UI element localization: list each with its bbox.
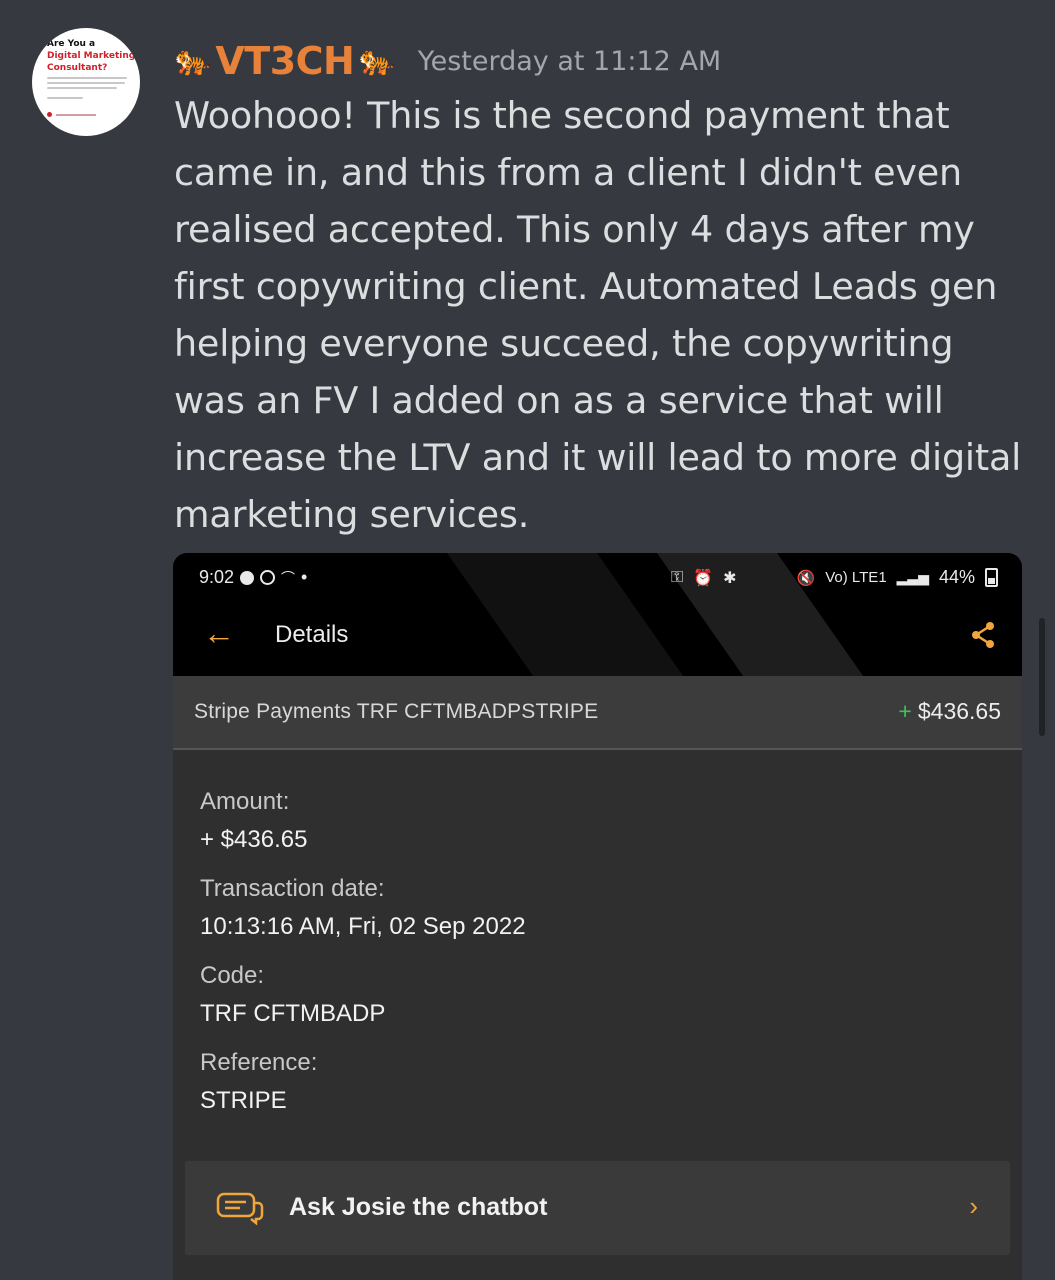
reference-label: Reference: (200, 1049, 318, 1076)
avatar-link-line (56, 113, 96, 116)
avatar-title: Digital Marketing Consultant? (47, 51, 136, 73)
code-value: TRF CFTMBADP (200, 1000, 386, 1027)
amount-label: Amount: (200, 788, 290, 815)
phone-top-bar: 9:02 ⌒ • ⚿ ⏰ ✱ 🔇 Vo) LTE1 ▂▃▅ 44% ← Deta… (173, 553, 1022, 676)
image-attachment[interactable]: 9:02 ⌒ • ⚿ ⏰ ✱ 🔇 Vo) LTE1 ▂▃▅ 44% ← Deta… (173, 553, 1022, 1280)
amount-value: + $436.65 (200, 826, 308, 853)
transaction-date-label: Transaction date: (200, 875, 385, 902)
wave-icon: ⌒ (281, 569, 296, 586)
reference-value: STRIPE (200, 1087, 287, 1114)
status-time: 9:02 (199, 567, 235, 587)
tiger-emoji-icon: 🐅 (358, 44, 396, 77)
chatbot-button[interactable]: Ask Josie the chatbot › (185, 1161, 1010, 1255)
transaction-row: Stripe Payments TRF CFTMBADPSTRIPE + $436… (173, 676, 1022, 750)
plus-sign: + (898, 698, 912, 724)
scrollbar[interactable] (1039, 618, 1045, 736)
avatar-link-row (47, 104, 140, 123)
chevron-right-icon: › (969, 1191, 978, 1221)
dot-icon: • (301, 567, 308, 587)
sync-icon (260, 570, 276, 585)
chat-bubble-icon (216, 1191, 264, 1230)
battery-icon (985, 568, 998, 587)
bluetooth-icon: ✱ (723, 569, 737, 587)
alarm-icon: ⏰ (693, 569, 714, 587)
mute-icon: 🔇 (796, 569, 816, 587)
code-label: Code: (200, 962, 265, 989)
status-bar-right: ⚿ ⏰ ✱ 🔇 Vo) LTE1 ▂▃▅ 44% (671, 567, 998, 588)
avatar-text-line (47, 87, 117, 89)
transaction-amount: + $436.65 (898, 698, 1001, 725)
share-icon[interactable] (970, 621, 996, 654)
transaction-name: Stripe Payments TRF CFTMBADPSTRIPE (194, 700, 599, 723)
page-title: Details (275, 621, 349, 648)
tiger-emoji-icon: 🐅 (174, 44, 212, 77)
avatar-heading: Are You a (47, 39, 96, 49)
back-arrow-icon[interactable]: ← (203, 615, 235, 652)
message-timestamp[interactable]: Yesterday at 11:12 AM (418, 46, 722, 77)
status-bar-left: 9:02 ⌒ • (199, 567, 307, 588)
transaction-details: Amount: + $436.65 Transaction date: 10:1… (200, 783, 526, 1131)
avatar-dot-icon (47, 112, 52, 117)
avatar-text-line (47, 82, 125, 84)
username[interactable]: VT3CH (215, 39, 354, 83)
transaction-date-value: 10:13:16 AM, Fri, 02 Sep 2022 (200, 913, 526, 940)
battery-percent: 44% (938, 567, 975, 587)
signal-icon: ▂▃▅ (896, 569, 929, 585)
chatbot-label: Ask Josie the chatbot (289, 1193, 548, 1221)
message-header: 🐅 VT3CH 🐅 Yesterday at 11:12 AM (174, 36, 721, 86)
avatar-text-line (47, 77, 127, 79)
network-label: Vo) LTE1 (825, 569, 887, 586)
amount-value: $436.65 (917, 698, 1001, 724)
avatar-text-line (47, 97, 83, 99)
notification-icon (240, 570, 255, 585)
user-avatar[interactable]: Are You a Digital Marketing Consultant? (32, 28, 140, 136)
message-text: Woohooo! This is the second payment that… (174, 94, 1022, 536)
key-icon: ⚿ (671, 568, 684, 586)
